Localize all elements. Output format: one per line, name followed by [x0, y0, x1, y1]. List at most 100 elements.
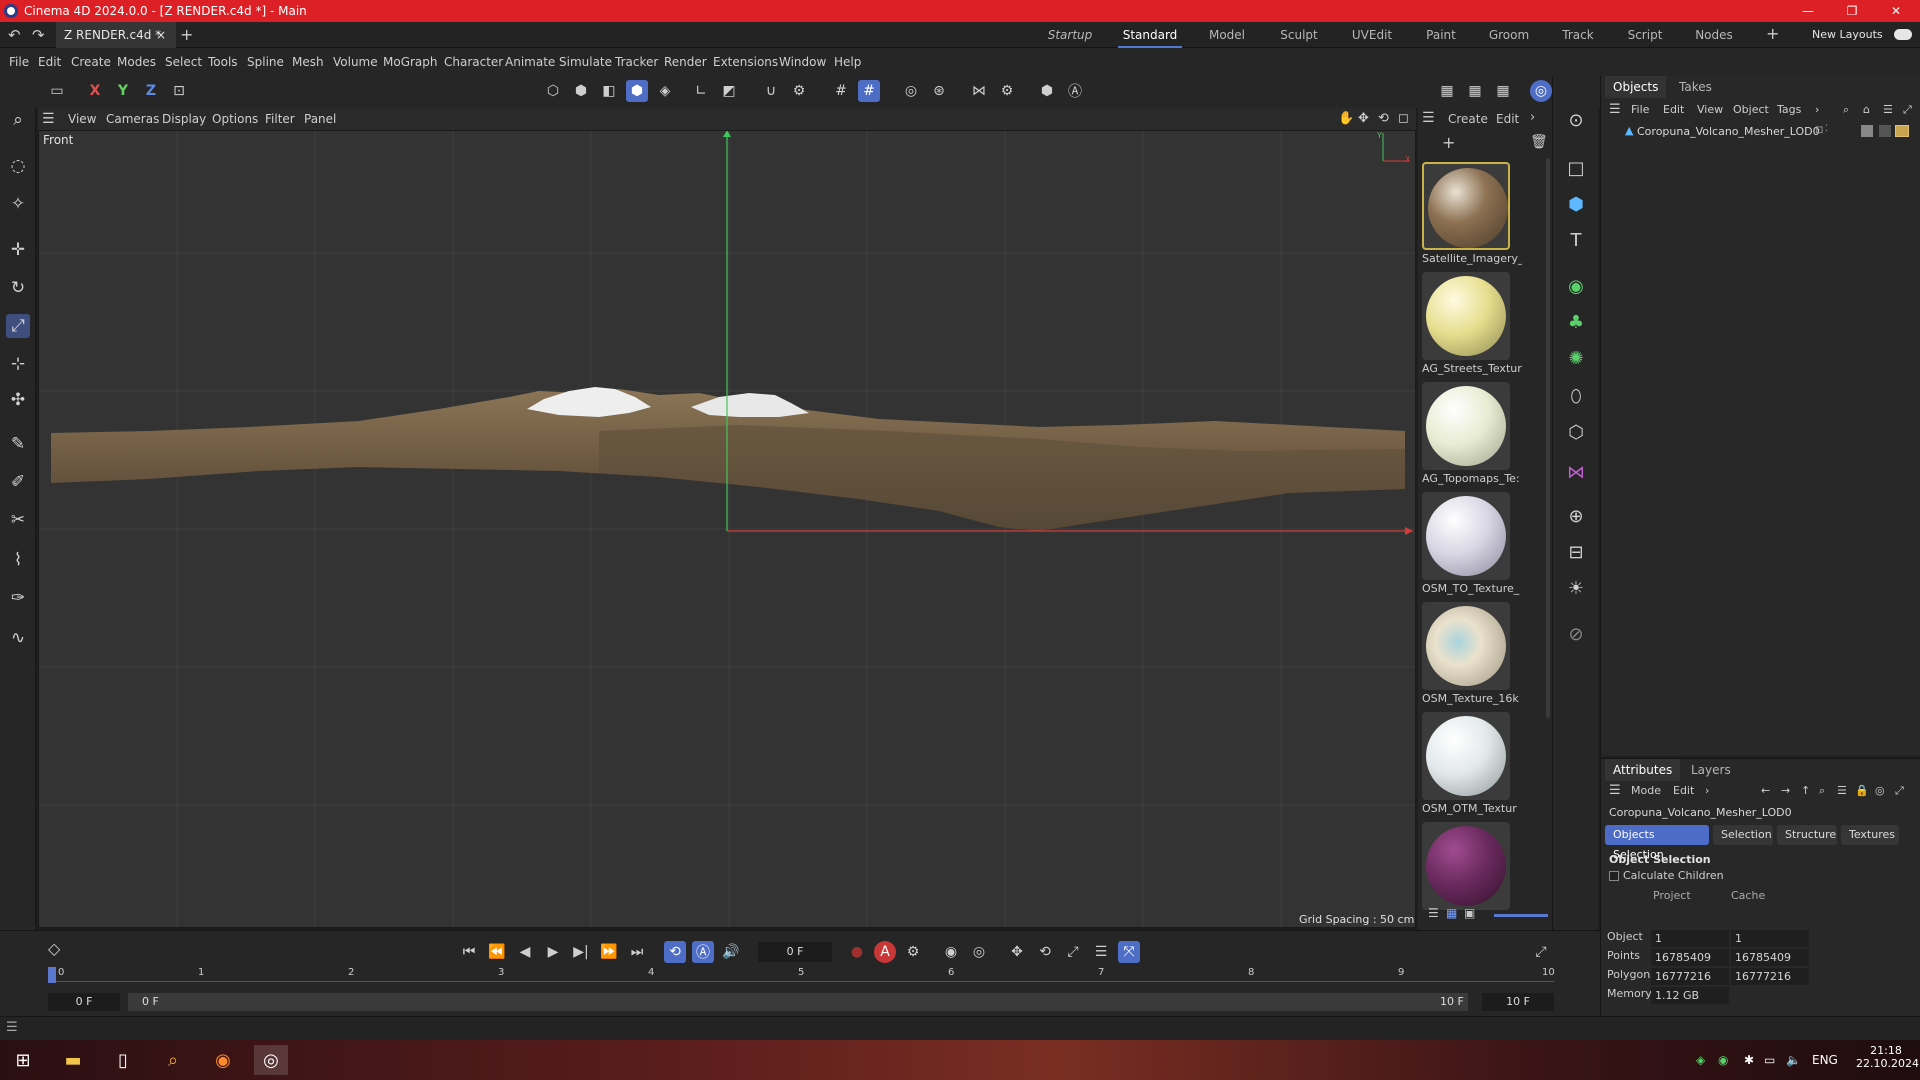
target-icon[interactable]: ◎	[1875, 781, 1885, 801]
transform-icon[interactable]: ⊹	[6, 352, 30, 376]
render-region-icon[interactable]: ▦	[1464, 80, 1486, 102]
move-icon[interactable]: ✛	[6, 238, 30, 262]
text-object-icon[interactable]: T	[1562, 226, 1590, 254]
attributes-menu-edit[interactable]: Edit	[1673, 781, 1694, 801]
list-view-icon[interactable]: ☰	[1428, 906, 1439, 920]
axis-mode-icon[interactable]: ∟	[690, 80, 712, 102]
spline-icon[interactable]: ⋈	[1562, 458, 1590, 486]
cloner-icon[interactable]: ♣	[1562, 308, 1590, 336]
environment-icon[interactable]: ⊕	[1562, 502, 1590, 530]
up-icon[interactable]: ↑	[1801, 781, 1810, 801]
preview-size-slider[interactable]	[1494, 914, 1548, 917]
material-menu-more-icon[interactable]: ›	[1530, 110, 1535, 125]
attributes-search-icon[interactable]: ⌕	[1819, 781, 1825, 801]
windows-start-icon[interactable]: ⊞	[6, 1045, 40, 1075]
menu-tracker[interactable]: Tracker	[615, 48, 658, 76]
menu-help[interactable]: Help	[834, 48, 861, 76]
keyframe-selection-icon[interactable]: ◉	[940, 941, 962, 963]
material-osm-to-texture[interactable]: OSM_TO_Texture_	[1420, 492, 1519, 602]
edges-mode-icon[interactable]: ◧	[598, 80, 620, 102]
close-tab-icon[interactable]: ×	[156, 28, 166, 42]
paint-icon[interactable]: ✑	[6, 586, 30, 610]
add-layout-icon[interactable]: +	[1766, 24, 1779, 43]
play-icon[interactable]: ▶	[542, 941, 564, 963]
layout-tab-uvedit[interactable]: UVEdit	[1342, 22, 1402, 48]
objects-menu-edit[interactable]: Edit	[1663, 100, 1684, 120]
grid-view-icon[interactable]: ▦	[1446, 906, 1457, 920]
keyframe-icon[interactable]: ◇	[48, 939, 68, 959]
coordinate-system-icon[interactable]: ⊡	[168, 80, 190, 102]
magnet-icon[interactable]: ∪	[760, 80, 782, 102]
model-mode-icon[interactable]: ⬡	[542, 80, 564, 102]
material-menu-create[interactable]: Create	[1448, 112, 1488, 126]
end-frame-field[interactable]: 10 F	[1482, 993, 1554, 1011]
redo-icon[interactable]: ↷	[32, 26, 45, 44]
clock[interactable]: 21:18 22.10.2024	[1856, 1044, 1919, 1070]
tab-attributes[interactable]: Attributes	[1605, 759, 1681, 781]
pan-view-icon[interactable]: ✋	[1338, 108, 1354, 130]
next-frame-icon[interactable]: ▶|	[570, 941, 592, 963]
subtab-selection[interactable]: Selection	[1713, 825, 1773, 845]
object-mode-icon[interactable]: ▭	[46, 80, 68, 102]
network-tray-icon[interactable]: ▭	[1764, 1040, 1775, 1080]
objects-menu-view[interactable]: View	[1697, 100, 1723, 120]
material-osm-texture-16k[interactable]: OSM_Texture_16k	[1420, 602, 1519, 712]
lock-z-axis[interactable]: Z	[140, 80, 162, 102]
delete-material-icon[interactable]: 🗑	[1530, 134, 1548, 150]
bluetooth-tray-icon[interactable]: ✱	[1744, 1040, 1754, 1080]
position-key-icon[interactable]: ✥	[1006, 941, 1028, 963]
animation-mode-icon[interactable]: Ⓐ	[692, 941, 714, 963]
lock-icon[interactable]: 🔒	[1855, 781, 1869, 801]
object-row[interactable]: ▲ Coropuna_Volcano_Mesher_LOD0 ⊡ ⁚	[1601, 122, 1920, 142]
objects-search-icon[interactable]: ⌕	[1843, 100, 1849, 120]
render-settings-icon[interactable]: ⊛	[928, 80, 950, 102]
new-layouts-toggle[interactable]	[1894, 29, 1912, 40]
material-menu-edit[interactable]: Edit	[1496, 112, 1519, 126]
document-tab[interactable]: Z RENDER.c4d * ×	[56, 22, 176, 48]
timeline-ruler[interactable]: 0 1 2 3 4 5 6 7 8 9 10	[48, 967, 1555, 987]
nvidia-tray-icon[interactable]: ◈	[1696, 1040, 1705, 1080]
lock-x-axis[interactable]: X	[84, 80, 106, 102]
pla-key-icon[interactable]: ⤧	[1118, 941, 1140, 963]
layout-tab-nodes[interactable]: Nodes	[1688, 22, 1740, 48]
tab-objects[interactable]: Objects	[1605, 76, 1667, 98]
param-key-icon[interactable]: ☰	[1090, 941, 1112, 963]
minimize-icon[interactable]: —	[1786, 0, 1830, 22]
material-scrollbar[interactable]	[1546, 158, 1550, 718]
maximize-view-icon[interactable]: ◻	[1398, 108, 1409, 130]
tag-icon[interactable]	[1879, 125, 1891, 137]
brush-icon[interactable]: ⌇	[6, 548, 30, 572]
objects-menu-object[interactable]: Object	[1733, 100, 1769, 120]
viewport-menu-cameras[interactable]: Cameras	[106, 108, 159, 130]
layout-tab-paint[interactable]: Paint	[1416, 22, 1466, 48]
layout-tab-script[interactable]: Script	[1620, 22, 1670, 48]
effector-icon[interactable]: ✺	[1562, 344, 1590, 372]
move-view-icon[interactable]: ✥	[1358, 108, 1369, 130]
previous-key-icon[interactable]: ⏪	[486, 941, 508, 963]
object-name[interactable]: Coropuna_Volcano_Mesher_LOD0	[1637, 125, 1820, 138]
go-to-start-icon[interactable]: ⏮	[458, 941, 480, 963]
selection-tools-icon[interactable]: ✧	[6, 192, 30, 216]
menu-spline[interactable]: Spline	[247, 48, 284, 76]
objects-menu-file[interactable]: File	[1631, 100, 1649, 120]
lock-y-axis[interactable]: Y	[112, 80, 134, 102]
firefox-icon[interactable]: ◉	[206, 1045, 240, 1075]
objects-menu-icon[interactable]: ☰	[1609, 100, 1621, 120]
deformer-brush-icon[interactable]: ∿	[6, 626, 30, 650]
record-icon[interactable]: ●	[846, 941, 868, 963]
material-osm-otm-texture[interactable]: OSM_OTM_Textur	[1420, 712, 1517, 822]
hexagon-tool-icon[interactable]: ⬢	[1036, 80, 1058, 102]
material-satellite-imagery[interactable]: Satellite_Imagery_	[1420, 162, 1522, 272]
menu-mesh[interactable]: Mesh	[292, 48, 324, 76]
new-layouts-label[interactable]: New Layouts	[1812, 28, 1883, 41]
layout-tab-groom[interactable]: Groom	[1484, 22, 1534, 48]
next-key-icon[interactable]: ⏩	[598, 941, 620, 963]
attributes-expand-icon[interactable]: ⤢	[1895, 781, 1904, 801]
timeline-curve-icon[interactable]: ⤢	[1530, 941, 1552, 963]
menu-extensions[interactable]: Extensions	[713, 48, 778, 76]
rotate-view-icon[interactable]: ⟲	[1378, 108, 1389, 130]
subtab-textures[interactable]: Textures	[1841, 825, 1899, 845]
polygons-mode-icon[interactable]: ⬢	[626, 80, 648, 102]
key-properties-icon[interactable]: ◎	[968, 941, 990, 963]
material-menu-icon[interactable]: ☰	[1422, 110, 1435, 126]
